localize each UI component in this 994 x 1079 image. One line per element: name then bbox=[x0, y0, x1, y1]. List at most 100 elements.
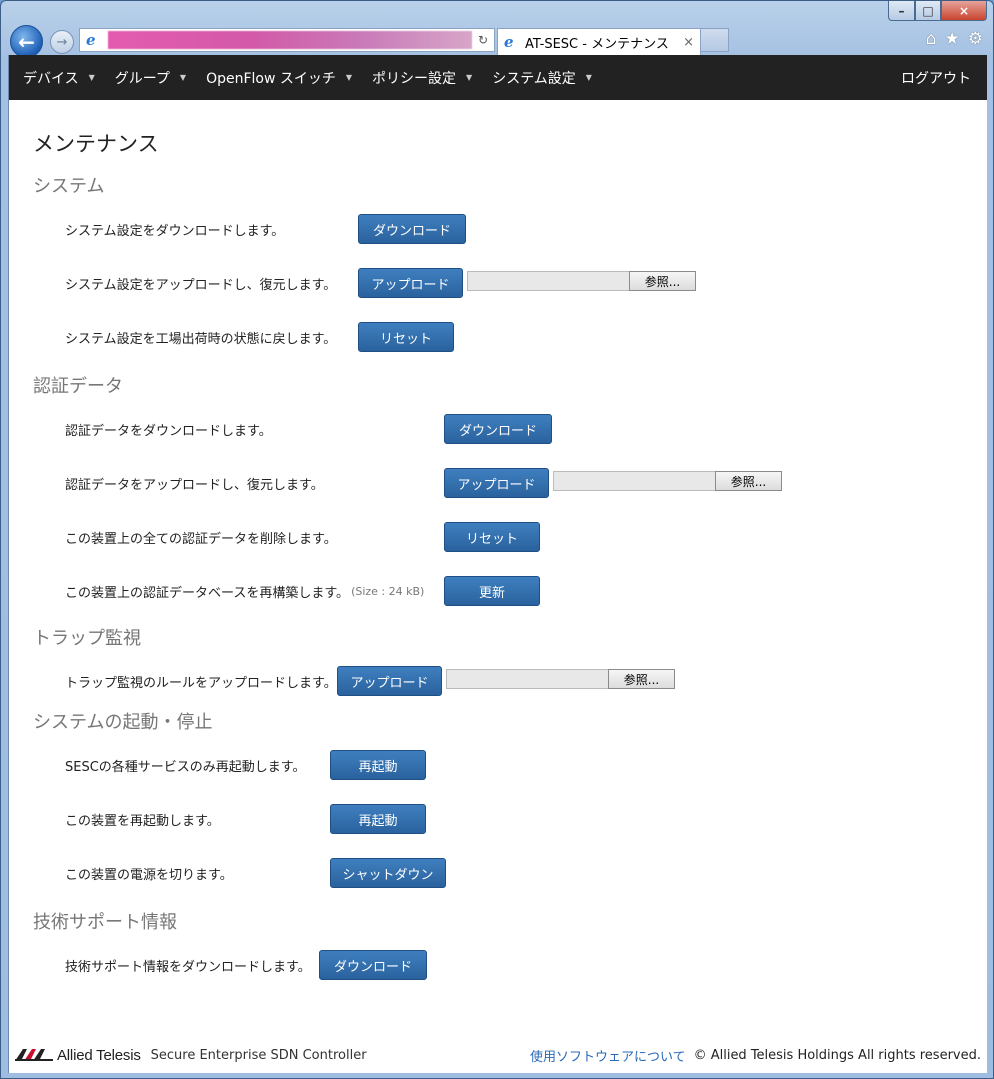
system-reset-button[interactable]: リセット bbox=[358, 322, 454, 352]
redacted-url bbox=[108, 31, 472, 49]
system-download-row: システム設定をダウンロードします。 ダウンロード bbox=[33, 202, 963, 256]
software-info-link[interactable]: 使用ソフトウェアについて bbox=[530, 1046, 686, 1065]
row-label: システム設定をダウンロードします。 bbox=[65, 223, 285, 239]
refresh-icon[interactable]: ↻ bbox=[478, 33, 494, 47]
auth-file-input[interactable]: 参照... bbox=[553, 471, 782, 491]
nav-menu-policy[interactable]: ポリシー設定 ▼ bbox=[372, 68, 492, 88]
nav-menu-label: デバイス bbox=[23, 70, 79, 87]
minimize-button[interactable]: – bbox=[888, 1, 915, 21]
page-footer: Allied Telesis Secure Enterprise SDN Con… bbox=[9, 1037, 987, 1073]
file-path-field[interactable] bbox=[467, 271, 629, 291]
ie-icon: e bbox=[86, 31, 96, 49]
system-upload-button[interactable]: アップロード bbox=[358, 268, 463, 298]
allied-telesis-logo: Allied Telesis bbox=[15, 1047, 141, 1064]
shutdown-button[interactable]: シャットダウン bbox=[330, 858, 446, 888]
support-download-row: 技術サポート情報をダウンロードします。 ダウンロード bbox=[33, 938, 963, 992]
back-button[interactable]: ← bbox=[10, 25, 43, 58]
arrow-right-icon: → bbox=[56, 34, 68, 50]
close-window-button[interactable]: × bbox=[941, 1, 987, 21]
chevron-down-icon: ▼ bbox=[585, 73, 592, 82]
brand-name: Allied Telesis bbox=[57, 1046, 141, 1064]
tab-close-icon[interactable]: × bbox=[683, 35, 694, 50]
home-icon[interactable]: ⌂ bbox=[926, 29, 937, 49]
section-title-support: 技術サポート情報 bbox=[33, 912, 177, 933]
gear-icon[interactable]: ⚙ bbox=[968, 29, 983, 49]
system-upload-row: システム設定をアップロードし、復元します。 アップロード 参照... bbox=[33, 256, 963, 310]
row-label: システム設定をアップロードし、復元します。 bbox=[65, 277, 337, 293]
star-icon[interactable]: ★ bbox=[945, 29, 960, 49]
row-label: この装置の電源を切ります。 bbox=[65, 867, 233, 883]
arrow-left-icon: ← bbox=[18, 29, 35, 54]
section-title-system: システム bbox=[33, 176, 105, 197]
section-title-auth: 認証データ bbox=[33, 376, 123, 397]
row-label: 技術サポート情報をダウンロードします。 bbox=[65, 959, 311, 975]
forward-button[interactable]: → bbox=[50, 30, 74, 54]
window-controls: – □ × bbox=[888, 1, 987, 21]
nav-menu-label: ポリシー設定 bbox=[372, 70, 457, 87]
file-path-field[interactable] bbox=[553, 471, 715, 491]
browser-toolbar-icons: ⌂ ★ ⚙ bbox=[926, 29, 983, 49]
service-restart-button[interactable]: 再起動 bbox=[330, 750, 426, 780]
chevron-down-icon: ▼ bbox=[345, 73, 353, 82]
browser-window: – □ × ← → e ↻ e AT-SESC - メンテナンス × ⌂ ★ ⚙… bbox=[0, 0, 994, 1079]
copyright-text: © Allied Telesis Holdings All rights res… bbox=[693, 1047, 981, 1063]
maximize-button[interactable]: □ bbox=[915, 1, 941, 21]
row-label: SESCの各種サービスのみ再起動します。 bbox=[65, 759, 306, 775]
trap-file-input[interactable]: 参照... bbox=[446, 669, 675, 689]
new-tab-button[interactable] bbox=[701, 28, 729, 52]
row-label: システム設定を工場出荷時の状態に戻します。 bbox=[65, 331, 337, 347]
system-download-button[interactable]: ダウンロード bbox=[358, 214, 466, 244]
browse-button[interactable]: 参照... bbox=[608, 669, 675, 689]
page-viewport: デバイス ▼ グループ ▼ OpenFlow スイッチ ▼ ポリシー設定 ▼ システム設… bbox=[8, 55, 987, 1073]
nav-menu-label: グループ bbox=[114, 70, 170, 87]
main-content: メンテナンス システム システム設定をダウンロードします。 ダウンロード システ… bbox=[9, 100, 987, 992]
auth-upload-row: 認証データをアップロードし、復元します。 アップロード 参照... bbox=[33, 456, 963, 510]
trap-upload-button[interactable]: アップロード bbox=[337, 666, 442, 696]
auth-rebuild-button[interactable]: 更新 bbox=[444, 576, 540, 606]
logout-link[interactable]: ログアウト bbox=[901, 68, 987, 88]
row-label: 認証データをアップロードし、復元します。 bbox=[65, 477, 324, 493]
system-reset-row: システム設定を工場出荷時の状態に戻します。 リセット bbox=[33, 310, 963, 364]
service-restart-row: SESCの各種サービスのみ再起動します。 再起動 bbox=[33, 738, 963, 792]
chevron-down-icon: ▼ bbox=[88, 73, 95, 82]
page-title: メンテナンス bbox=[33, 132, 159, 156]
nav-menu-openflow[interactable]: OpenFlow スイッチ ▼ bbox=[206, 68, 372, 88]
file-path-field[interactable] bbox=[446, 669, 608, 689]
reboot-row: この装置を再起動します。 再起動 bbox=[33, 792, 963, 846]
nav-menu-devices[interactable]: デバイス ▼ bbox=[23, 68, 115, 88]
rebuild-label: この装置上の認証データベースを再構築します。 bbox=[65, 585, 350, 601]
auth-delete-row: この装置上の全ての認証データを削除します。 リセット bbox=[33, 510, 963, 564]
auth-rebuild-row: この装置上の認証データベースを再構築します。 (Size : 24 kB) 更新 bbox=[33, 564, 963, 618]
row-label: この装置上の認証データベースを再構築します。 (Size : 24 kB) bbox=[65, 564, 424, 618]
tab-title: AT-SESC - メンテナンス bbox=[525, 36, 669, 52]
db-size-text: (Size : 24 kB) bbox=[351, 584, 425, 598]
top-navbar: デバイス ▼ グループ ▼ OpenFlow スイッチ ▼ ポリシー設定 ▼ システム設… bbox=[9, 55, 987, 100]
shutdown-row: この装置の電源を切ります。 シャットダウン bbox=[33, 846, 963, 900]
reboot-button[interactable]: 再起動 bbox=[330, 804, 426, 834]
allied-telesis-logo-icon bbox=[15, 1049, 53, 1061]
trap-upload-row: トラップ監視のルールをアップロードします。 アップロード 参照... bbox=[33, 654, 963, 708]
row-label: 認証データをダウンロードします。 bbox=[65, 423, 272, 439]
row-label: この装置上の全ての認証データを削除します。 bbox=[65, 531, 337, 547]
auth-download-button[interactable]: ダウンロード bbox=[444, 414, 552, 444]
auth-delete-button[interactable]: リセット bbox=[444, 522, 540, 552]
browse-button[interactable]: 参照... bbox=[715, 471, 782, 491]
address-bar[interactable]: e ↻ bbox=[79, 28, 495, 52]
chevron-down-icon: ▼ bbox=[179, 73, 187, 82]
section-title-startstop: システムの起動・停止 bbox=[33, 712, 213, 733]
ie-icon: e bbox=[504, 33, 514, 51]
nav-menu-system[interactable]: システム設定 ▼ bbox=[492, 68, 612, 88]
nav-menu-label: システム設定 bbox=[492, 70, 576, 87]
section-title-trap: トラップ監視 bbox=[33, 628, 141, 649]
row-label: この装置を再起動します。 bbox=[65, 813, 220, 829]
browser-navigation-bar: ← → e ↻ e AT-SESC - メンテナンス × ⌂ ★ ⚙ bbox=[7, 25, 987, 58]
support-download-button[interactable]: ダウンロード bbox=[319, 950, 427, 980]
nav-menu-groups[interactable]: グループ ▼ bbox=[115, 68, 206, 88]
row-label: トラップ監視のルールをアップロードします。 bbox=[65, 675, 337, 691]
product-name: Secure Enterprise SDN Controller bbox=[150, 1047, 367, 1063]
browse-button[interactable]: 参照... bbox=[629, 271, 696, 291]
system-file-input[interactable]: 参照... bbox=[467, 271, 696, 291]
auth-download-row: 認証データをダウンロードします。 ダウンロード bbox=[33, 402, 963, 456]
browser-tab[interactable]: e AT-SESC - メンテナンス × bbox=[497, 28, 701, 55]
auth-upload-button[interactable]: アップロード bbox=[444, 468, 549, 498]
